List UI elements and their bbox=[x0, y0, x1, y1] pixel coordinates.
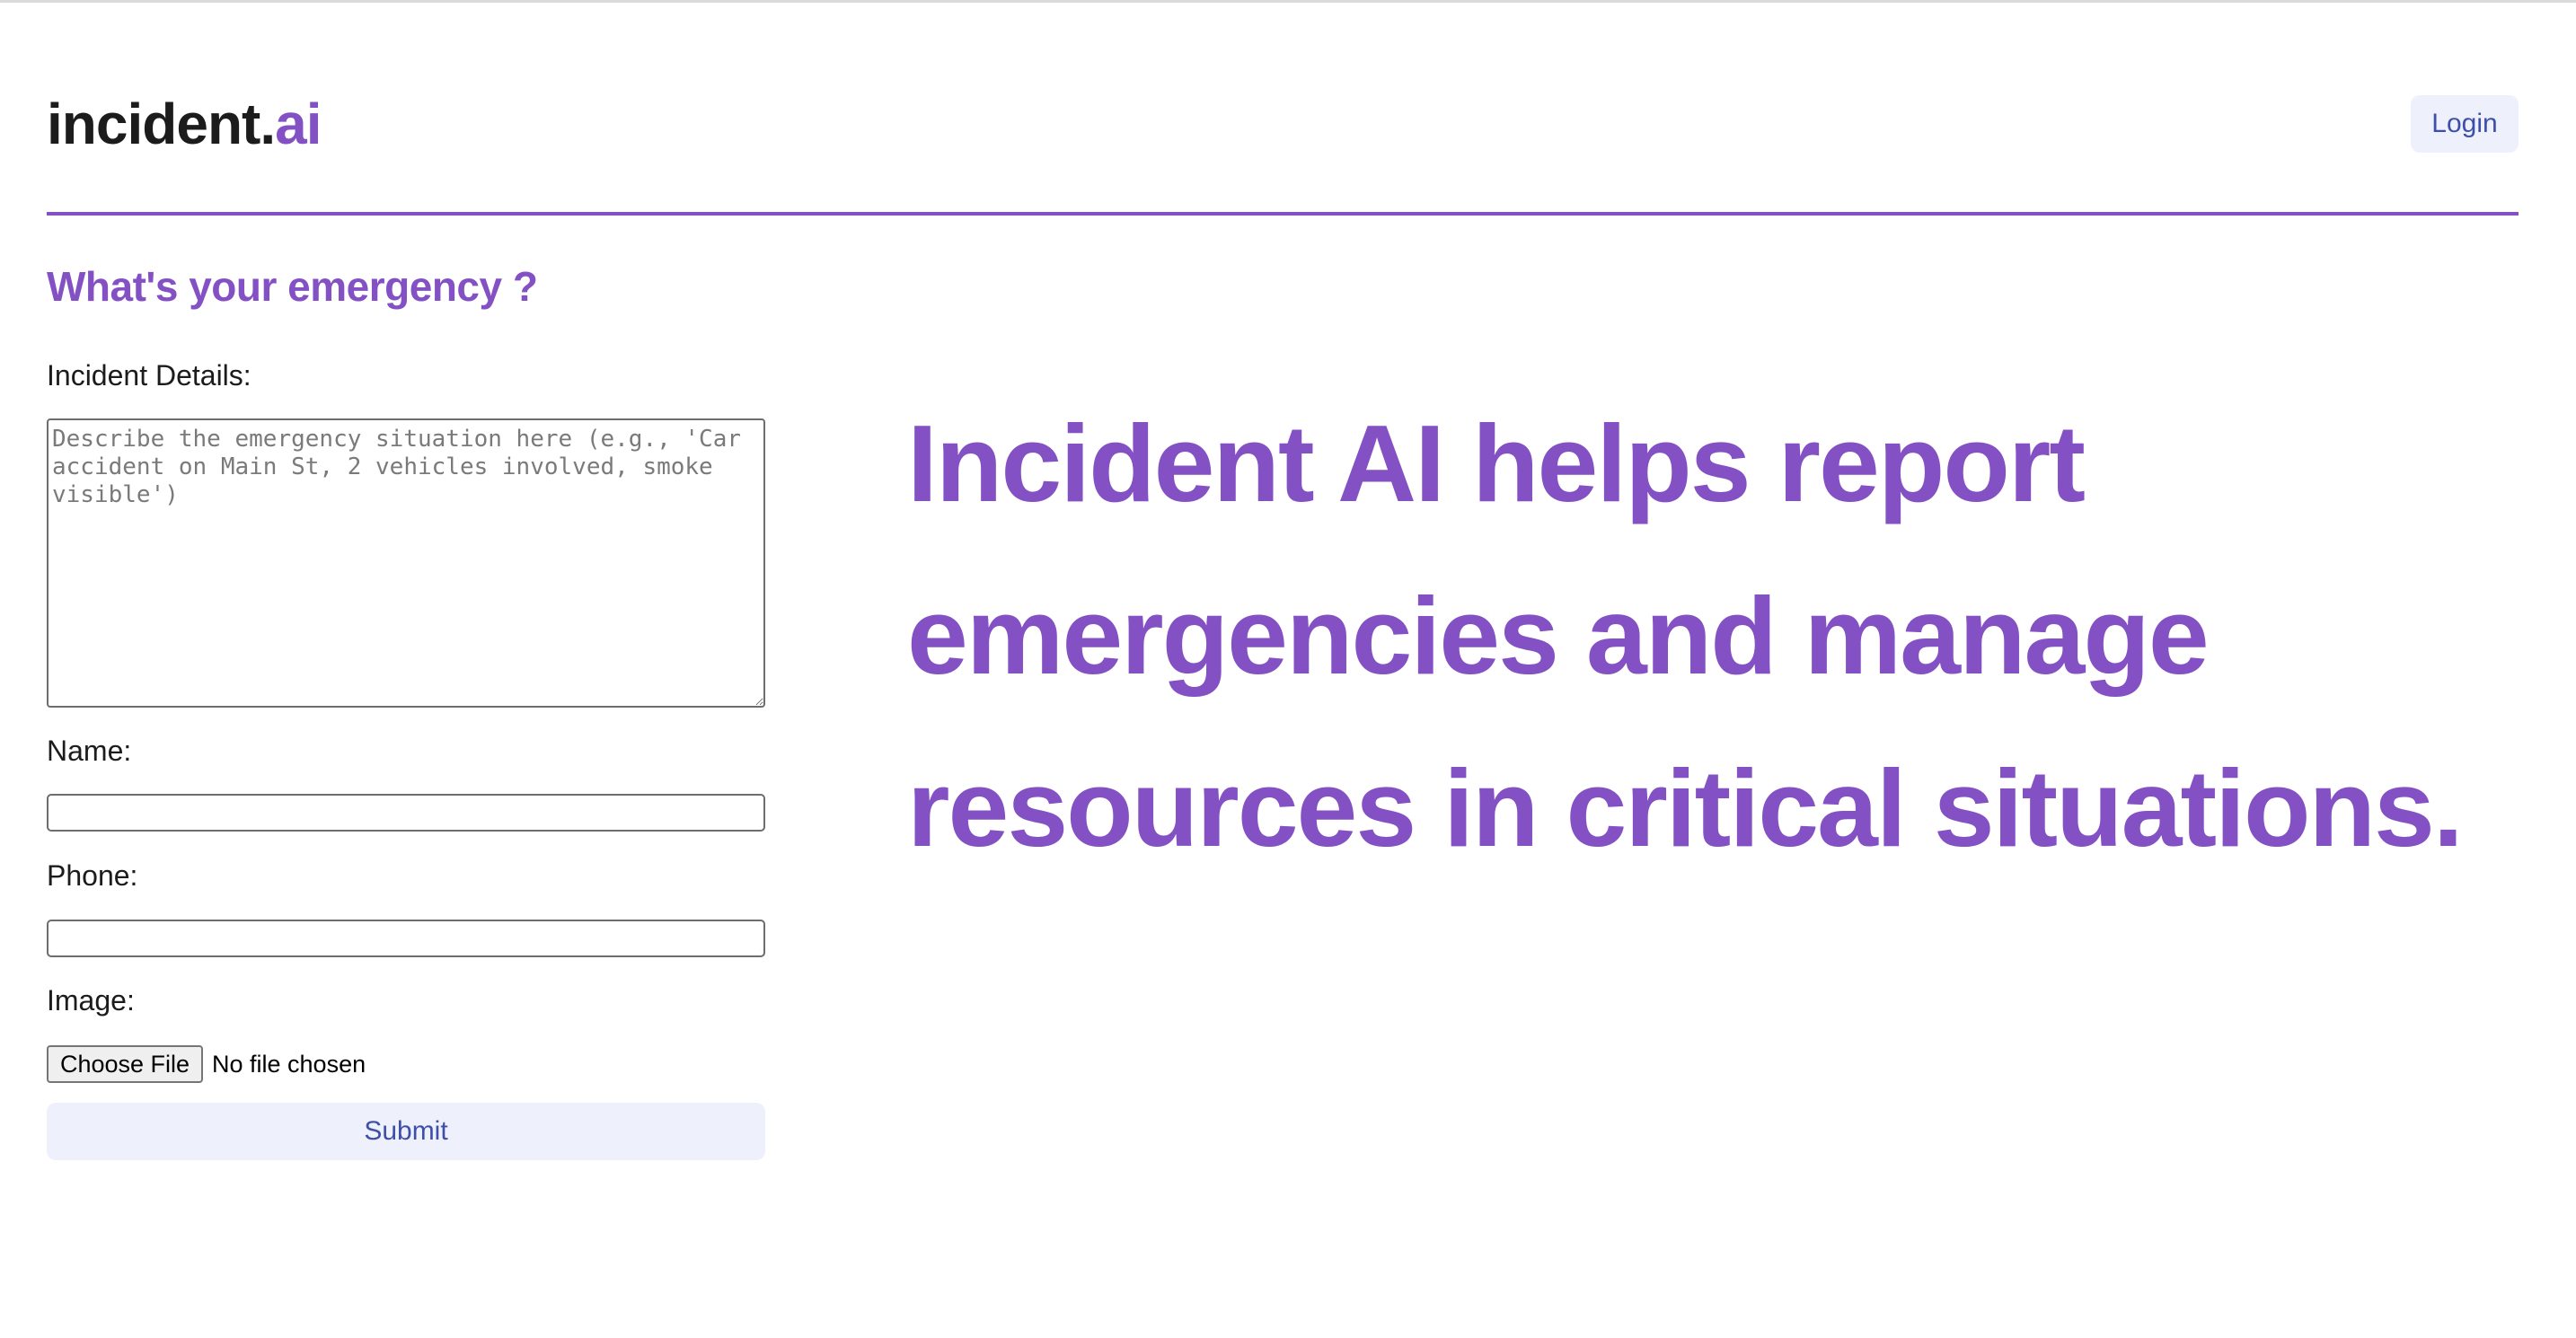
file-picker: Choose File No file chosen bbox=[47, 1045, 366, 1083]
brand-name: incident. bbox=[47, 92, 276, 156]
incident-details-textarea[interactable] bbox=[47, 418, 765, 708]
login-button[interactable]: Login bbox=[2411, 95, 2519, 153]
phone-input[interactable] bbox=[47, 920, 765, 957]
header-divider bbox=[47, 212, 2519, 216]
name-label: Name: bbox=[47, 735, 132, 767]
incident-details-label: Incident Details: bbox=[47, 359, 251, 392]
name-input[interactable] bbox=[47, 794, 765, 832]
app-header: incident. ai Login bbox=[47, 86, 2519, 162]
hero-tagline: Incident AI helps report emergencies and… bbox=[907, 402, 2464, 869]
submit-button[interactable]: Submit bbox=[47, 1103, 765, 1160]
phone-label: Phone: bbox=[47, 859, 138, 892]
brand-logo[interactable]: incident. ai bbox=[47, 91, 322, 157]
brand-accent: ai bbox=[275, 92, 322, 156]
form-title: What's your emergency ? bbox=[47, 263, 538, 310]
file-status-text: No file chosen bbox=[212, 1050, 366, 1078]
choose-file-button[interactable]: Choose File bbox=[47, 1045, 203, 1083]
top-border bbox=[0, 0, 2576, 3]
image-label: Image: bbox=[47, 984, 135, 1017]
